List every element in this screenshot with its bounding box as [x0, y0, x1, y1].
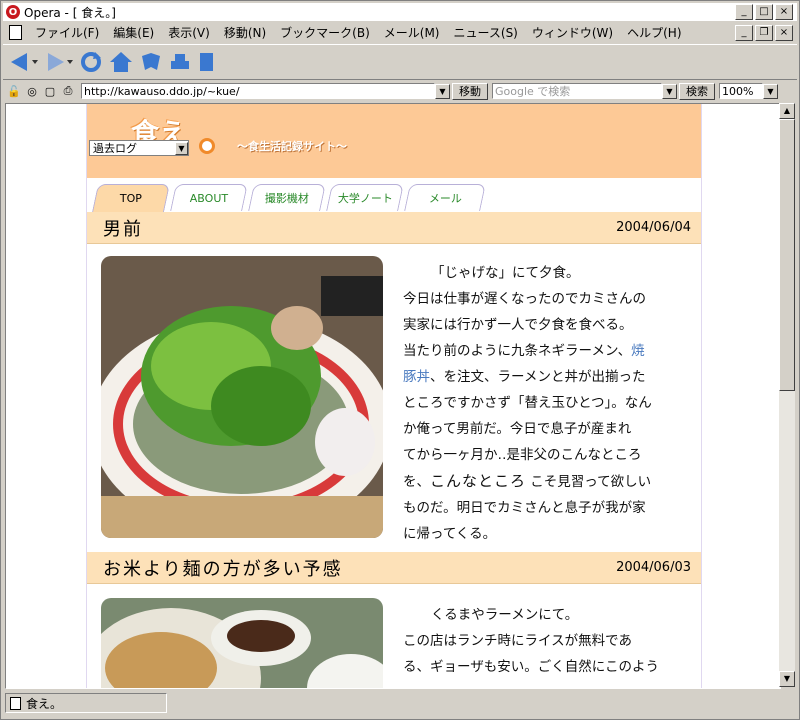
search-button[interactable]: 検索 — [679, 82, 715, 100]
archive-select[interactable]: 過去ログ ▼ — [89, 140, 189, 156]
post-body: くるまやラーメンにて。 この店はランチ時にライスが無料であ る、ギョーザも安い。… — [403, 607, 659, 675]
mdi-minimize-button[interactable]: _ — [735, 25, 753, 41]
forward-button[interactable] — [44, 51, 66, 73]
menu-window[interactable]: ウィンドウ(W) — [525, 24, 620, 41]
print-icon — [171, 54, 189, 69]
menu-bar: ファイル(F) 編集(E) 表示(V) 移動(N) ブックマーク(B) メール(… — [3, 22, 797, 42]
menu-mail[interactable]: メール(M) — [377, 24, 447, 41]
post-title: 男前 — [103, 218, 143, 240]
camera-icon[interactable]: ◎ — [25, 84, 39, 98]
menu-bookmarks[interactable]: ブックマーク(B) — [273, 24, 377, 41]
page-viewport[interactable]: 食え 〜食生活記録サイト〜 過去ログ ▼ TOP ABOUT 撮影機材 大学ノー… — [5, 103, 781, 689]
page-content: 食え 〜食生活記録サイト〜 過去ログ ▼ TOP ABOUT 撮影機材 大学ノー… — [86, 104, 702, 688]
home-icon — [110, 52, 132, 72]
menu-news[interactable]: ニュース(S) — [446, 24, 524, 41]
document-icon — [9, 24, 22, 40]
tab-mail[interactable]: メール — [404, 184, 486, 211]
post-date: 2004/06/04 — [616, 220, 691, 235]
menu-help[interactable]: ヘルプ(H) — [620, 24, 688, 41]
tab-equipment[interactable]: 撮影機材 — [248, 184, 326, 211]
title-bar: O Opera - [ 食え。] _ □ × — [3, 3, 797, 21]
hotlist-button[interactable] — [139, 50, 163, 74]
browser-window: O Opera - [ 食え。] _ □ × ファイル(F) 編集(E) 表示(… — [0, 0, 800, 720]
minimize-button[interactable]: _ — [735, 4, 753, 20]
url-input[interactable]: http://kawauso.ddo.jp/~kue/ — [81, 83, 435, 99]
post-header: 男前 2004/06/04 — [87, 212, 701, 244]
go-button[interactable]: 移動 — [452, 82, 488, 100]
menu-file[interactable]: ファイル(F) — [28, 24, 106, 41]
post-header: お米より麺の方が多い予感 2004/06/03 — [87, 552, 701, 584]
new-page-icon — [200, 53, 213, 71]
home-button[interactable] — [109, 50, 133, 74]
status-cell: 食え。 — [5, 693, 167, 713]
url-dropdown[interactable]: ▼ — [435, 83, 450, 99]
print-button[interactable] — [169, 51, 191, 73]
status-bar: 食え。 — [3, 691, 797, 715]
menu-edit[interactable]: 編集(E) — [106, 24, 161, 41]
ramen-photo — [101, 256, 383, 538]
tab-top[interactable]: TOP — [92, 184, 170, 212]
document-small-icon — [10, 696, 21, 710]
forward-history-dropdown[interactable] — [67, 59, 73, 65]
mdi-close-button[interactable]: × — [775, 25, 793, 41]
print-small-icon[interactable]: ⎙ — [61, 84, 75, 98]
logo-dot-icon — [199, 138, 215, 154]
reload-button[interactable] — [79, 50, 103, 74]
link-yakibutadon-1[interactable]: 焼 — [631, 343, 645, 359]
close-button[interactable]: × — [775, 4, 793, 20]
page-icon[interactable]: ▢ — [43, 84, 57, 98]
emphasis-text: こんなところ — [430, 472, 527, 490]
search-engine-dropdown[interactable]: ▼ — [662, 83, 677, 99]
post-body: 「じゃげな」にて夕食。 今日は仕事が遅くなったのでカミさんの 実家には行かず一人… — [403, 265, 652, 542]
post-date: 2004/06/03 — [616, 560, 691, 575]
tab-about[interactable]: ABOUT — [170, 184, 248, 211]
vertical-scrollbar[interactable]: ▲ ▼ — [779, 103, 795, 687]
window-title: Opera - [ 食え。] — [24, 5, 116, 20]
back-history-dropdown[interactable] — [32, 59, 38, 65]
back-button[interactable] — [9, 51, 31, 73]
address-bar: 🔓 ◎ ▢ ⎙ http://kawauso.ddo.jp/~kue/ ▼ 移動… — [3, 80, 797, 102]
back-arrow-icon — [11, 53, 27, 71]
scroll-up-button[interactable]: ▲ — [779, 103, 795, 119]
site-banner: 食え 〜食生活記録サイト〜 過去ログ ▼ — [87, 104, 701, 178]
chevron-down-icon[interactable]: ▼ — [175, 141, 188, 155]
site-tagline: 〜食生活記録サイト〜 — [237, 140, 347, 153]
reload-icon — [81, 52, 101, 72]
opera-logo-icon: O — [6, 5, 20, 19]
search-input[interactable]: Google で検索 — [492, 83, 662, 99]
ramen-image — [101, 256, 383, 538]
scroll-down-button[interactable]: ▼ — [779, 671, 795, 687]
forward-arrow-icon — [48, 53, 64, 71]
zoom-dropdown[interactable]: ▼ — [763, 83, 778, 99]
scroll-thumb[interactable] — [779, 119, 795, 391]
zoom-field[interactable]: 100% — [719, 83, 763, 99]
gyoza-image — [101, 598, 383, 688]
menu-view[interactable]: 表示(V) — [161, 24, 217, 41]
tab-notebook[interactable]: 大学ノート — [326, 184, 404, 211]
new-page-button[interactable] — [197, 51, 217, 73]
menu-navigate[interactable]: 移動(N) — [217, 24, 273, 41]
main-toolbar — [3, 44, 797, 80]
maximize-button[interactable]: □ — [755, 4, 773, 20]
gyoza-photo — [101, 598, 383, 688]
nav-tabs: TOP ABOUT 撮影機材 大学ノート メール — [87, 178, 701, 213]
post-title: お米より麺の方が多い予感 — [103, 558, 343, 580]
mdi-restore-button[interactable]: ❐ — [755, 25, 773, 41]
link-yakibutadon-2[interactable]: 豚丼 — [403, 369, 430, 385]
hotlist-icon — [142, 53, 160, 70]
lock-icon[interactable]: 🔓 — [7, 84, 21, 98]
archive-select-value: 過去ログ — [93, 142, 137, 155]
status-text: 食え。 — [26, 696, 63, 711]
